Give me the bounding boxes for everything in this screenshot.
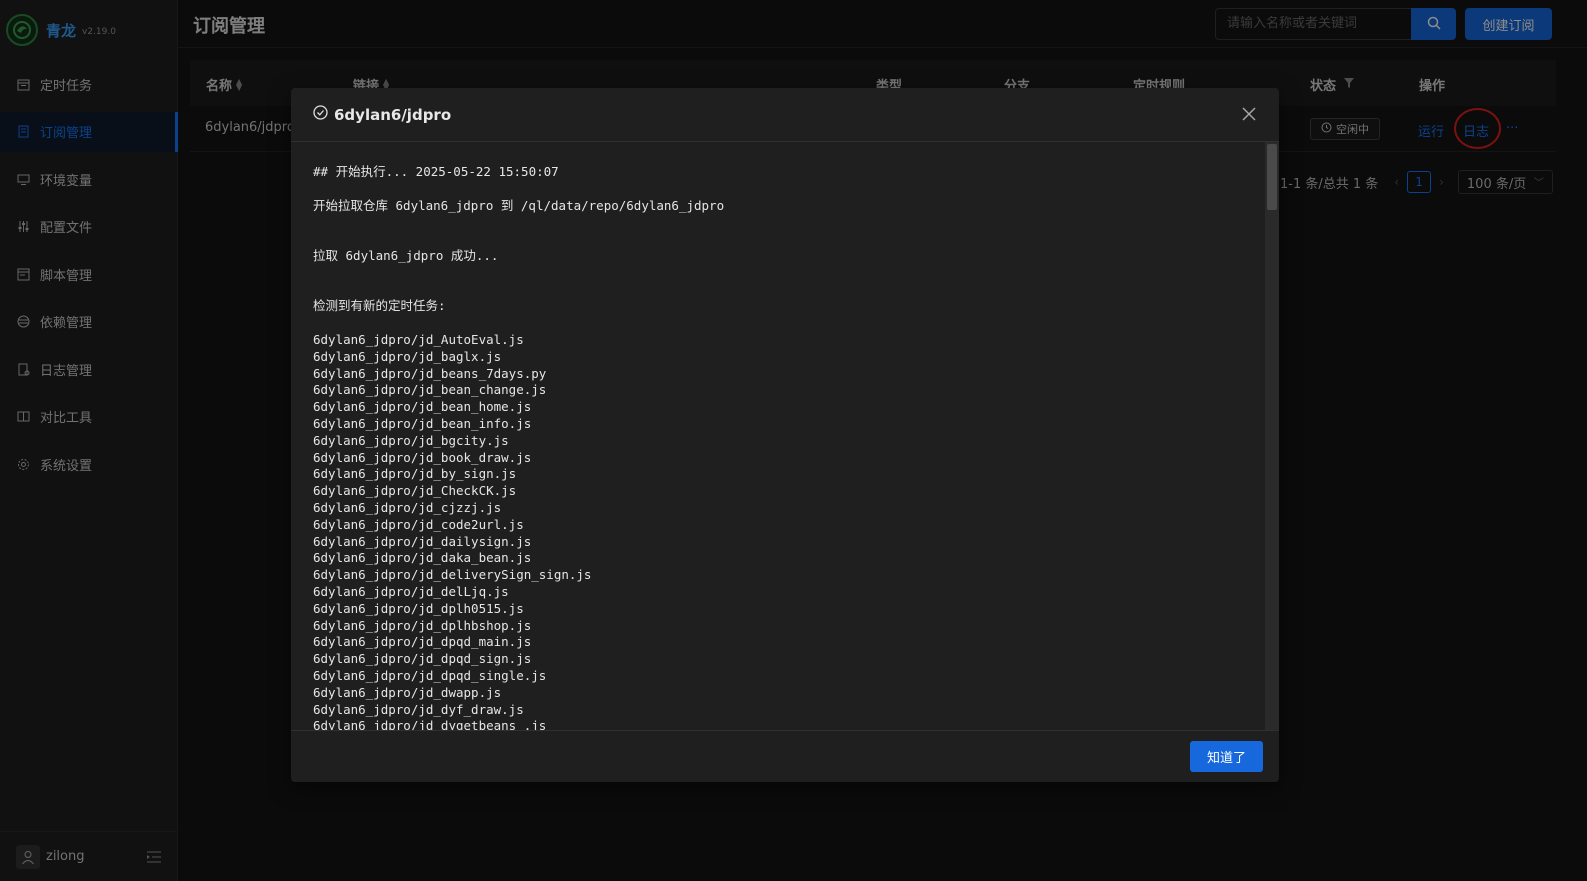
log-line: 拉取 6dylan6_jdpro 成功... bbox=[313, 247, 499, 263]
check-circle-icon bbox=[313, 105, 328, 124]
log-file-line: 6dylan6_jdpro/jd_CheckCK.js bbox=[313, 483, 517, 499]
log-file-line: 6dylan6_jdpro/jd_daka_bean.js bbox=[313, 550, 532, 566]
ok-button[interactable]: 知道了 bbox=[1190, 741, 1263, 772]
log-scrollbar[interactable] bbox=[1265, 142, 1279, 730]
close-icon[interactable] bbox=[1239, 104, 1259, 124]
log-file-line: 6dylan6_jdpro/jd_dpqd_sign.js bbox=[313, 651, 532, 667]
log-modal: 6dylan6/jdpro ## 开始执行... 2025-05-22 15:5… bbox=[291, 88, 1279, 782]
log-file-line: 6dylan6_jdpro/jd_book_draw.js bbox=[313, 449, 532, 465]
log-file-line: 6dylan6_jdpro/jd_bean_home.js bbox=[313, 399, 532, 415]
log-file-line: 6dylan6_jdpro/jd_cjzzj.js bbox=[313, 499, 502, 515]
log-file-list: 6dylan6_jdpro/jd_AutoEval.js 6dylan6_jdp… bbox=[313, 332, 1265, 730]
scrollbar-thumb[interactable] bbox=[1267, 144, 1277, 210]
log-file-line: 6dylan6_jdpro/jd_dygetbeans_.js bbox=[313, 718, 547, 730]
log-file-line: 6dylan6_jdpro/jd_dailysign.js bbox=[313, 533, 532, 549]
log-file-line: 6dylan6_jdpro/jd_delLjq.js bbox=[313, 583, 509, 599]
log-line: ## 开始执行... 2025-05-22 15:50:07 bbox=[313, 164, 559, 179]
log-line: 开始拉取仓库 6dylan6_jdpro 到 /ql/data/repo/6dy… bbox=[313, 197, 725, 213]
log-line: 检测到有新的定时任务: bbox=[313, 298, 446, 314]
log-file-line: 6dylan6_jdpro/jd_beans_7days.py bbox=[313, 365, 547, 381]
log-file-line: 6dylan6_jdpro/jd_code2url.js bbox=[313, 516, 524, 532]
log-file-line: 6dylan6_jdpro/jd_deliverySign_sign.js bbox=[313, 567, 592, 583]
modal-title: 6dylan6/jdpro bbox=[334, 105, 452, 124]
log-file-line: 6dylan6_jdpro/jd_bean_change.js bbox=[313, 382, 547, 398]
log-file-line: 6dylan6_jdpro/jd_by_sign.js bbox=[313, 466, 517, 482]
modal-footer: 知道了 bbox=[291, 730, 1279, 782]
log-file-line: 6dylan6_jdpro/jd_dpqd_single.js bbox=[313, 667, 547, 683]
log-file-line: 6dylan6_jdpro/jd_AutoEval.js bbox=[313, 331, 524, 347]
log-file-line: 6dylan6_jdpro/jd_dpqd_main.js bbox=[313, 634, 532, 650]
log-file-line: 6dylan6_jdpro/jd_dplhbshop.js bbox=[313, 617, 532, 633]
log-content[interactable]: ## 开始执行... 2025-05-22 15:50:07 开始拉取仓库 6d… bbox=[291, 142, 1265, 730]
log-file-line: 6dylan6_jdpro/jd_bean_info.js bbox=[313, 415, 532, 431]
log-file-line: 6dylan6_jdpro/jd_dwapp.js bbox=[313, 684, 502, 700]
log-file-line: 6dylan6_jdpro/jd_baglx.js bbox=[313, 348, 502, 364]
modal-header: 6dylan6/jdpro bbox=[291, 88, 1279, 142]
log-file-line: 6dylan6_jdpro/jd_dyf_draw.js bbox=[313, 701, 524, 717]
log-file-line: 6dylan6_jdpro/jd_bgcity.js bbox=[313, 432, 509, 448]
log-file-line: 6dylan6_jdpro/jd_dplh0515.js bbox=[313, 600, 524, 616]
